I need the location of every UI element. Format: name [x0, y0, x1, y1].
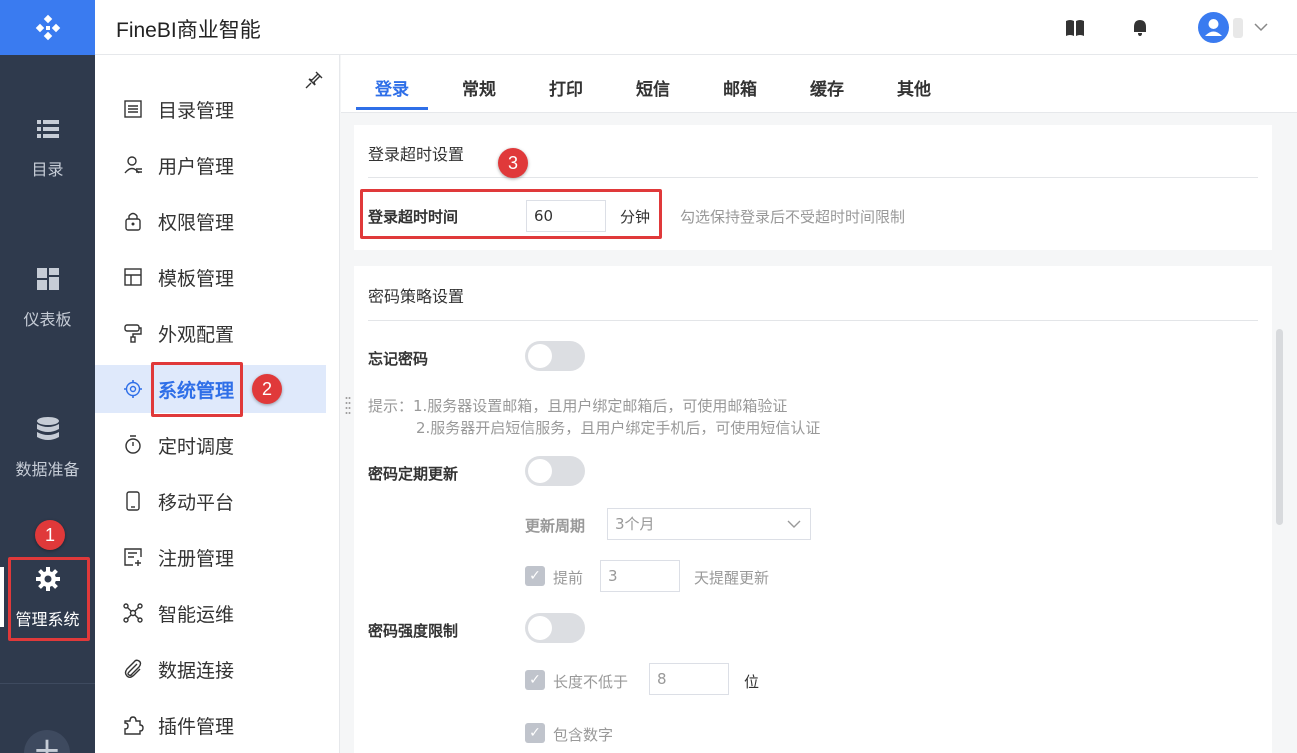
chevron-down-icon[interactable]	[1252, 18, 1270, 36]
rail-label: 仪表板	[23, 310, 72, 329]
tab-underline	[356, 107, 428, 110]
periodic-update-toggle[interactable]	[525, 456, 585, 486]
chevron-down-icon	[787, 520, 801, 528]
section-title: 密码策略设置	[368, 287, 465, 306]
annotation-badge-2: 2	[252, 374, 282, 404]
strength-limit-label: 密码强度限制	[368, 622, 459, 640]
tab-other[interactable]: 其他	[897, 75, 931, 100]
tab-cache[interactable]: 缓存	[810, 75, 844, 100]
timer-icon	[125, 435, 141, 454]
template-icon	[124, 268, 142, 286]
password-policy-card: 密码策略设置 忘记密码 提示：1.服务器设置邮箱，且用户绑定邮箱后，可使用邮箱验…	[354, 266, 1272, 753]
lock-icon	[125, 212, 141, 231]
app-title: FineBI商业智能	[116, 19, 261, 42]
rail-item-dashboard[interactable]: 仪表板	[0, 266, 95, 330]
user-icon	[124, 156, 142, 174]
top-bar: FineBI商业智能	[95, 0, 1297, 55]
network-icon	[123, 603, 143, 623]
rail-item-data-prep[interactable]: 数据准备	[0, 416, 95, 480]
database-icon	[36, 417, 59, 440]
min-length-input[interactable]: 8	[649, 663, 729, 695]
timeout-hint: 勾选保持登录后不受超时时间限制	[680, 208, 906, 226]
min-length-unit: 位	[744, 673, 760, 691]
rail-label: 数据准备	[15, 460, 80, 479]
gear-icon	[124, 380, 142, 398]
menu-item-catalog[interactable]: 目录管理	[95, 85, 326, 133]
mobile-icon	[126, 491, 140, 511]
menu-item-plugins[interactable]: 插件管理	[95, 701, 326, 749]
tab-login[interactable]: 登录	[375, 75, 409, 100]
annotation-box-1	[8, 557, 90, 641]
menu-item-mobile[interactable]: 移动平台	[95, 477, 326, 525]
menu-item-connections[interactable]: 数据连接	[95, 645, 326, 693]
advance-checkbox[interactable]: ✓	[525, 566, 545, 586]
menu-item-permissions[interactable]: 权限管理	[95, 197, 326, 245]
rail-divider	[0, 683, 95, 684]
menu-item-registration[interactable]: 注册管理	[95, 533, 326, 581]
annotation-box-3	[360, 189, 662, 239]
menu-item-templates[interactable]: 模板管理	[95, 253, 326, 301]
settings-tabs: 登录 常规 打印 短信 邮箱 缓存 其他	[341, 55, 1297, 113]
tab-sms[interactable]: 短信	[636, 75, 670, 100]
min-length-label: 长度不低于	[553, 673, 629, 691]
rail-item-catalog[interactable]: 目录	[0, 116, 95, 180]
tip-line-1: 提示：1.服务器设置邮箱，且用户绑定邮箱后，可使用邮箱验证	[368, 397, 788, 415]
update-period-label: 更新周期	[525, 517, 586, 535]
forget-password-label: 忘记密码	[368, 350, 429, 368]
update-period-select[interactable]: 3个月	[607, 508, 811, 540]
drag-handle-icon[interactable]	[345, 395, 351, 417]
include-digits-label: 包含数字	[553, 726, 614, 744]
periodic-update-label: 密码定期更新	[368, 465, 459, 483]
divider	[368, 177, 1258, 178]
scrollbar[interactable]	[1276, 329, 1283, 525]
tip-line-2: 2.服务器开启短信服务，且用户绑定手机后，可使用短信认证	[416, 419, 821, 437]
username-redacted	[1233, 18, 1243, 38]
tab-print[interactable]: 打印	[549, 75, 583, 100]
menu-item-ops[interactable]: 智能运维	[95, 589, 326, 637]
annotation-badge-1: 1	[35, 520, 65, 550]
include-digits-checkbox[interactable]: ✓	[525, 723, 545, 743]
update-period-value: 3个月	[615, 515, 655, 533]
advance-suffix: 天提醒更新	[694, 569, 770, 587]
forget-password-toggle[interactable]	[525, 341, 585, 371]
add-button[interactable]: +	[24, 730, 70, 753]
annotation-box-2	[151, 362, 243, 417]
tab-email[interactable]: 邮箱	[723, 75, 757, 100]
puzzle-icon	[124, 716, 144, 735]
strength-limit-toggle[interactable]	[525, 613, 585, 643]
advance-label: 提前	[553, 569, 584, 587]
logo-icon	[35, 14, 60, 40]
user-icon	[1205, 19, 1222, 36]
paint-roller-icon	[124, 324, 142, 343]
book-icon[interactable]	[1064, 17, 1086, 39]
menu-item-users[interactable]: 用户管理	[95, 141, 326, 189]
catalog-icon	[124, 100, 142, 118]
list-icon	[36, 120, 59, 138]
annotation-badge-3: 3	[498, 148, 528, 178]
avatar[interactable]	[1198, 12, 1229, 43]
menu-item-schedule[interactable]: 定时调度	[95, 421, 326, 469]
bell-icon[interactable]	[1129, 17, 1151, 39]
tab-general[interactable]: 常规	[462, 75, 496, 100]
dashboard-icon	[36, 268, 59, 290]
section-title: 登录超时设置	[368, 145, 465, 164]
logo[interactable]	[0, 0, 95, 55]
register-icon	[124, 548, 142, 566]
rail-label: 目录	[31, 160, 64, 179]
divider	[368, 320, 1258, 321]
advance-days-input[interactable]: 3	[600, 560, 680, 592]
link-icon	[124, 659, 142, 678]
min-length-checkbox[interactable]: ✓	[525, 670, 545, 690]
menu-item-appearance[interactable]: 外观配置	[95, 309, 326, 357]
